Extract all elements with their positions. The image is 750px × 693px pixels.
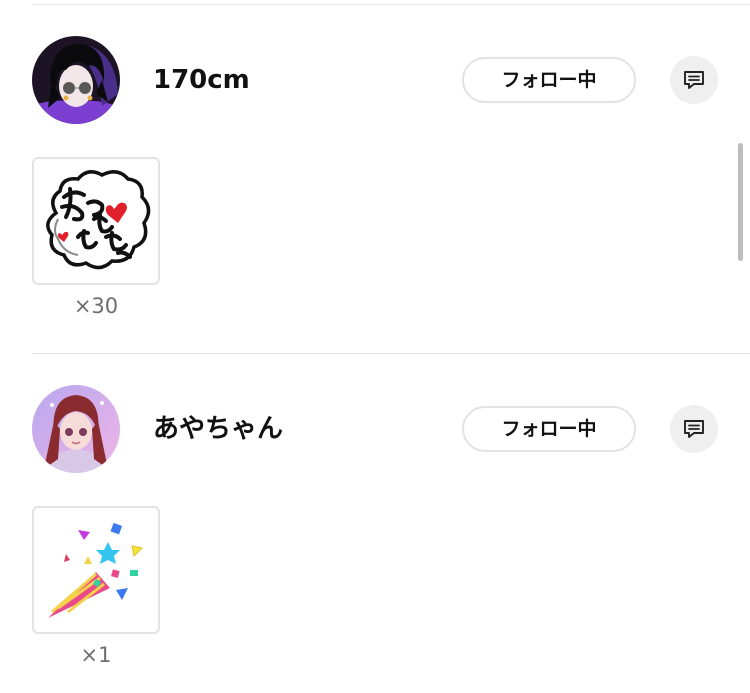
- gift-card[interactable]: [32, 157, 160, 285]
- gift-senders-list: 170cm フォロー中 ×30 あやちゃん フォロー中 ×1: [0, 0, 750, 693]
- message-icon: [684, 71, 704, 89]
- divider: [32, 353, 750, 354]
- message-button[interactable]: [670, 56, 718, 104]
- user-row: あやちゃん フォロー中: [0, 385, 750, 475]
- party-popper-gift-icon: [48, 522, 144, 618]
- user-row: 170cm フォロー中: [0, 36, 750, 126]
- avatar-image: [32, 385, 120, 473]
- avatar[interactable]: [32, 36, 120, 124]
- username[interactable]: 170cm: [153, 64, 250, 96]
- avatar[interactable]: [32, 385, 120, 473]
- following-button[interactable]: フォロー中: [462, 57, 636, 103]
- avatar-image: [32, 36, 120, 124]
- gift-count: ×1: [80, 643, 112, 667]
- scrollbar[interactable]: [738, 143, 743, 261]
- achacha-sticker-gift-icon: [46, 170, 151, 270]
- username[interactable]: あやちゃん: [153, 413, 283, 445]
- divider-top: [32, 4, 750, 5]
- message-button[interactable]: [670, 405, 718, 453]
- gift-count: ×30: [73, 294, 119, 318]
- following-button[interactable]: フォロー中: [462, 406, 636, 452]
- gift-card[interactable]: [32, 506, 160, 634]
- message-icon: [684, 420, 704, 438]
